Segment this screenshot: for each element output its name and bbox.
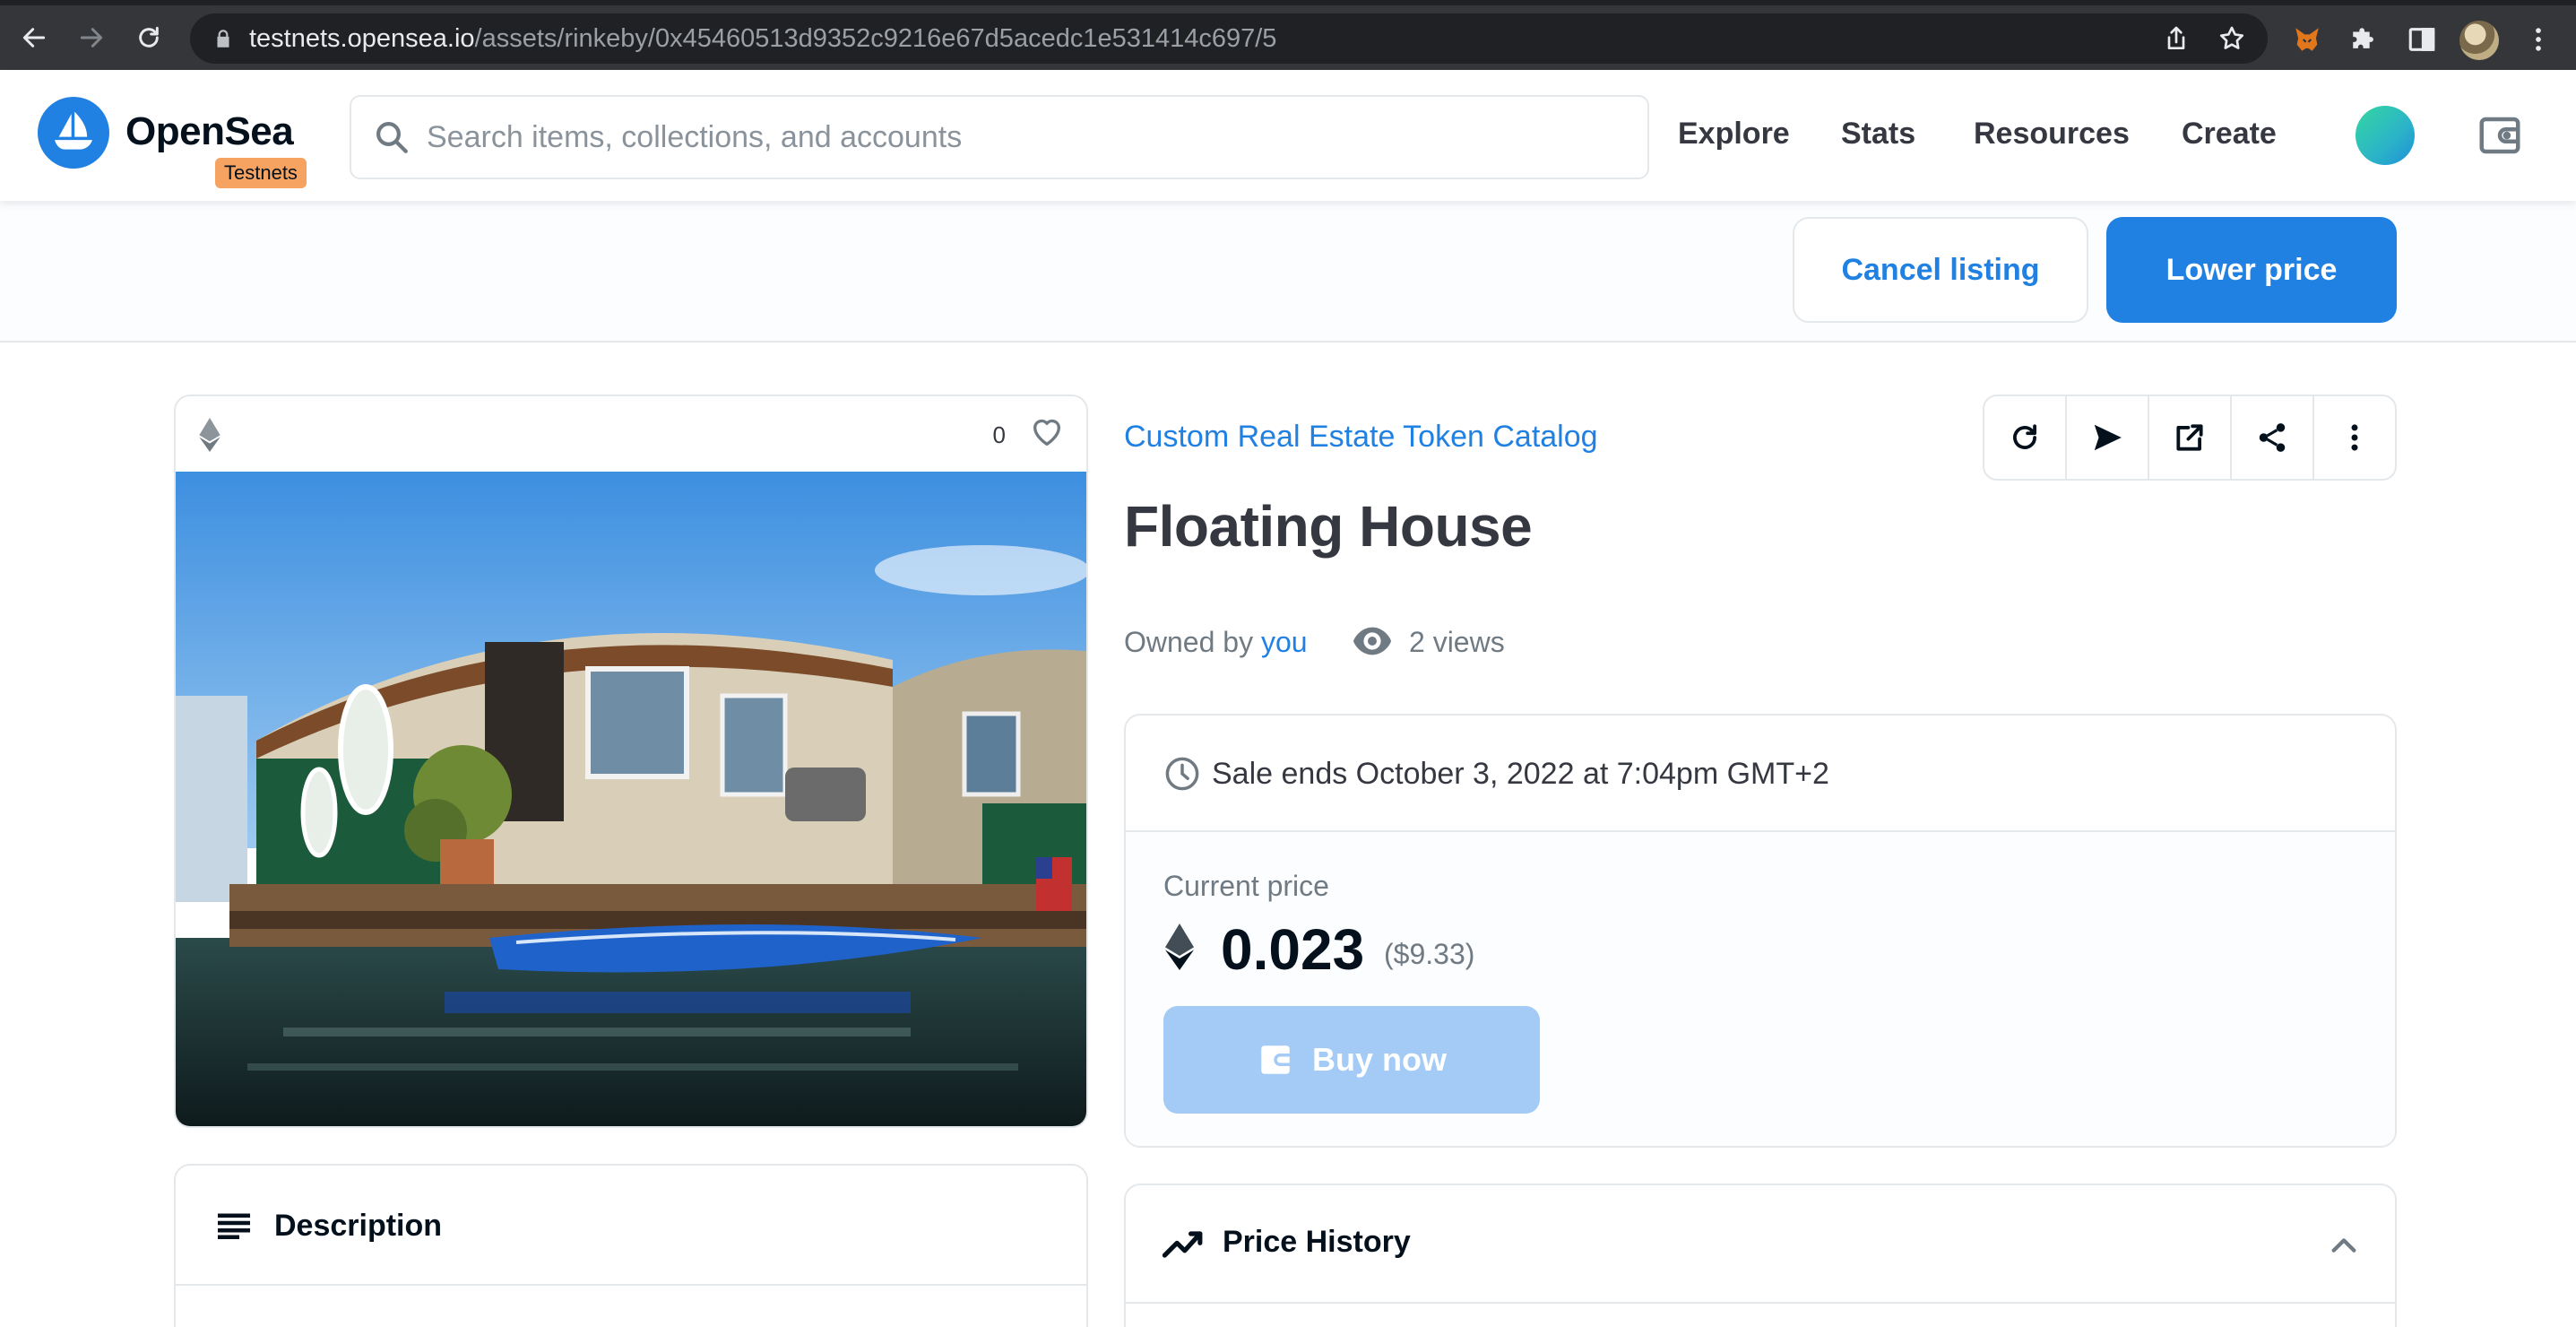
sailboat-icon [55,111,92,150]
url-path: /assets/rinkeby/0x45460513d9352c9216e67d… [474,24,1277,53]
asset-toolbar [1983,395,2397,481]
buy-now-label: Buy now [1312,1041,1447,1078]
reload-button[interactable] [129,18,169,57]
puzzle-icon [2353,28,2373,48]
nav-create[interactable]: Create [2182,117,2277,152]
image-card-header: 0 [176,396,1086,472]
buy-now-button[interactable]: Buy now [1163,1006,1540,1114]
asset-image-card: 0 [174,395,1088,1128]
eye-icon [1353,627,1392,655]
ethereum-icon [1165,924,1194,970]
external-link-icon [2176,424,2203,451]
extensions-button[interactable] [2347,22,2382,57]
url-host: testnets.opensea.io [249,24,475,53]
logo-wordmark[interactable]: OpenSea [125,109,294,154]
description-title: Description [274,1209,443,1243]
arrow-left-icon [22,28,46,48]
subject-lines-icon [218,1213,250,1239]
sale-end-text: Sale ends October 3, 2022 at 7:04pm GMT+… [1212,757,1829,791]
ethereum-icon [199,418,220,452]
nav-resources[interactable]: Resources [1974,117,2130,152]
asset-title: Floating House [1124,494,1533,559]
favorite-count: 0 [992,421,1006,448]
browser-profile-avatar[interactable] [2459,21,2499,60]
back-button[interactable] [14,18,54,57]
forward-button[interactable] [72,18,111,57]
search-icon [376,122,408,153]
cancel-listing-button[interactable]: Cancel listing [1793,217,2088,323]
search-bar[interactable] [350,95,1649,179]
price-area: Current price 0.023 ($9.33) Buy now [1126,832,2395,1146]
owner-line: Owned by you [1124,626,1308,659]
collection-link[interactable]: Custom Real Estate Token Catalog [1124,420,1598,455]
refresh-metadata-button[interactable] [1984,396,2067,479]
sale-end-row: Sale ends October 3, 2022 at 7:04pm GMT+… [1126,716,2395,832]
browser-menu-button[interactable] [2520,22,2556,57]
more-options-button[interactable] [2314,396,2395,479]
transfer-button[interactable] [2067,396,2149,479]
trade-station: Sale ends October 3, 2022 at 7:04pm GMT+… [1124,714,2397,1148]
nav-stats[interactable]: Stats [1841,117,1915,152]
owner-action-bar: Cancel listing Lower price [0,201,2576,343]
open-external-button[interactable] [2149,396,2232,479]
heart-icon[interactable] [1029,414,1065,450]
share-page-icon[interactable] [2162,24,2191,53]
side-panel-icon [2408,28,2435,51]
lock-icon [217,30,229,48]
arrow-right-icon [80,28,103,48]
price-history-header[interactable]: Price History [1126,1185,2395,1304]
refresh-icon [2013,424,2036,449]
opensea-logo[interactable] [38,97,109,169]
browser-toolbar: testnets.opensea.io/assets/rinkeby/0x454… [0,0,2576,70]
price-history-title: Price History [1223,1225,1411,1259]
testnets-badge: Testnets [215,158,307,188]
fox-icon [2295,28,2319,51]
kebab-menu-icon [2536,28,2541,51]
clock-icon [1165,757,1199,791]
side-panel-button[interactable] [2404,22,2440,57]
wallet-icon[interactable] [2476,111,2524,160]
description-header[interactable]: Description [176,1166,1086,1286]
kebab-menu-icon [2351,424,2358,451]
search-input[interactable] [427,111,1628,163]
share-icon [2259,423,2286,452]
bookmark-star-icon[interactable] [2217,24,2246,53]
lower-price-button[interactable]: Lower price [2106,217,2397,323]
asset-image-houseboat[interactable] [176,472,1086,1128]
trending-line-icon [1162,1231,1203,1258]
owned-by-label: Owned by [1124,626,1254,658]
url-text: testnets.opensea.io/assets/rinkeby/0x454… [249,24,1276,53]
view-count: 2 views [1409,626,1505,658]
price-eth: 0.023 [1221,917,1365,982]
reload-icon [139,26,159,48]
chevron-up-icon[interactable] [2329,1232,2359,1259]
send-icon [2094,424,2122,451]
account-avatar[interactable] [2356,106,2415,165]
price-usd: ($9.33) [1384,938,1475,970]
nav-explore[interactable]: Explore [1678,117,1790,152]
address-bar[interactable]: testnets.opensea.io/assets/rinkeby/0x454… [190,13,2268,64]
price-history-panel[interactable]: Price History [1124,1184,2397,1327]
site-header: OpenSea Testnets Explore Stats Resources… [0,70,2576,201]
description-panel[interactable]: Description [174,1164,1088,1327]
share-button[interactable] [2232,396,2314,479]
metamask-extension[interactable] [2289,22,2325,57]
current-price-label: Current price [1163,870,1329,902]
owner-link[interactable]: you [1261,626,1308,658]
wallet-icon [1261,1045,1290,1074]
